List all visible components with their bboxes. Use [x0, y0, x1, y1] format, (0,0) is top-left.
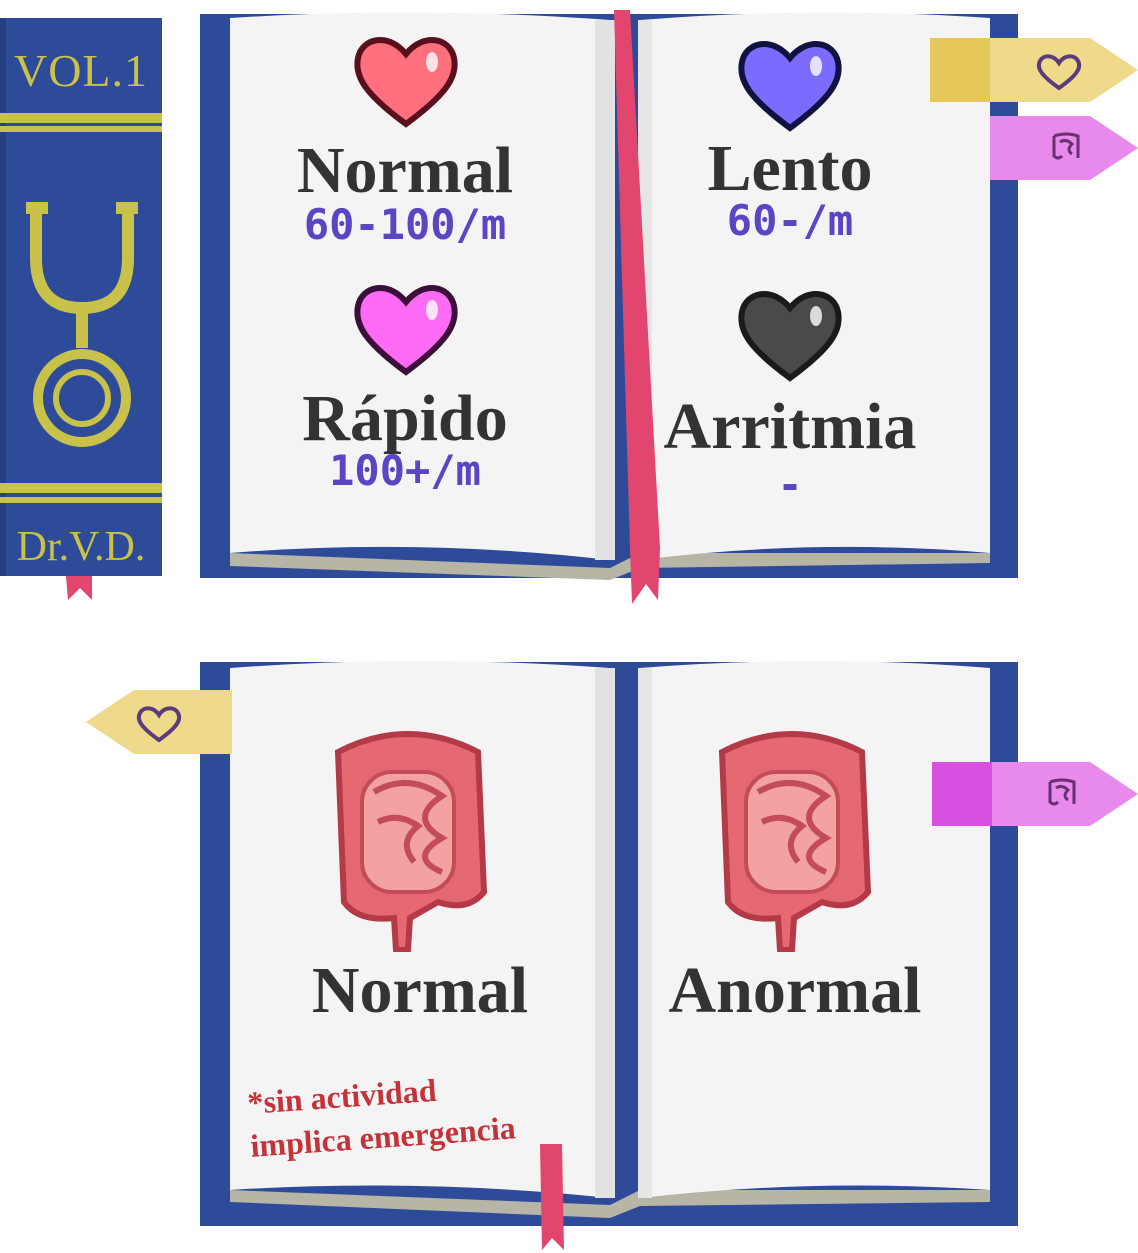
heart-slow-rate: 60-/m [726, 196, 854, 245]
emergency-note: *sin actividad implica emergencia [246, 1063, 517, 1168]
heart-arrhythmia-label: Arritmia [663, 390, 917, 463]
bowel-normal-label: Normal [311, 954, 529, 1027]
heart-outline-icon [1034, 52, 1084, 92]
heart-arrhythmia-rate: - [777, 460, 803, 509]
heart-icon [734, 34, 846, 134]
bookmark-tab-intestine[interactable] [932, 762, 1138, 826]
heart-normal-label: Normal [296, 134, 514, 207]
heart-icon [734, 284, 846, 384]
book-2: Normal Anormal *sin actividad implica em… [0, 650, 1138, 1253]
book-spine: VOL.1 Dr.V.D. [0, 18, 162, 600]
heart-rapid-label: Rápido [302, 382, 508, 455]
heart-normal-rate: 60-100/m [303, 200, 507, 249]
bookmark-tab-intestine[interactable] [990, 116, 1138, 180]
heart-slow-label: Lento [707, 132, 873, 205]
spine-author: Dr.V.D. [16, 524, 146, 570]
heart-rapid-rate: 100+/m [329, 446, 481, 495]
spine-volume: VOL.1 [13, 45, 149, 96]
bowel-abnormal-label: Anormal [668, 954, 922, 1027]
book-1: Normal 60-100/m Rápido 100+/m Lento 60-/… [200, 8, 1138, 608]
heart-outline-icon [134, 704, 184, 744]
bookmark-tab-heart[interactable] [86, 690, 232, 754]
intestine-icon [1048, 130, 1084, 166]
intestine-icon [702, 722, 882, 952]
intestine-icon [318, 722, 498, 952]
stethoscope-icon [22, 198, 142, 458]
heart-icon [350, 30, 462, 130]
bookmark-tab-heart[interactable] [930, 38, 1138, 102]
heart-icon [350, 278, 462, 378]
intestine-icon [1044, 776, 1080, 812]
